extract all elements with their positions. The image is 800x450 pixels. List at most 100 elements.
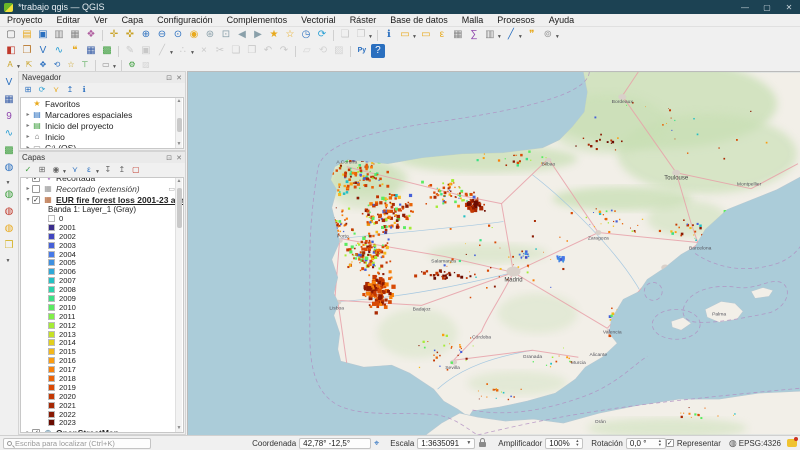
collapse-all-icon[interactable]: ↥ — [116, 164, 128, 175]
legend-entry-2015[interactable]: 2015 — [21, 347, 183, 356]
map-tips-toggle-icon[interactable]: ▭ — [100, 60, 112, 71]
layer-labeling-options-icon[interactable]: A — [4, 60, 16, 71]
legend-entry-2001[interactable]: 2001 — [21, 223, 183, 232]
locator-search-input[interactable]: Escriba para localizar (Ctrl+K) — [3, 438, 151, 449]
layer-visibility-checkbox[interactable] — [32, 185, 40, 193]
new-mesh-layer-icon[interactable]: ▩ — [100, 44, 114, 58]
messages-icon[interactable] — [787, 439, 797, 447]
legend-entry-2005[interactable]: 2005 — [21, 258, 183, 267]
render-checkbox[interactable]: ✓ — [666, 439, 674, 447]
zoom-out-icon[interactable]: ⊖ — [155, 28, 169, 42]
statistics-summary-dropdown-icon[interactable]: ▼ — [497, 34, 502, 40]
processing-toolbox-icon[interactable]: ⚙ — [126, 60, 138, 71]
expand-arrow-icon[interactable]: ▸ — [24, 144, 32, 149]
nav-properties-icon[interactable]: ℹ — [78, 84, 90, 95]
legend-entry-2007[interactable]: 2007 — [21, 276, 183, 285]
pan-map-icon[interactable]: ✛ — [107, 28, 121, 42]
new-bookmark-icon[interactable]: ★ — [267, 28, 281, 42]
browser-close-button[interactable]: ✕ — [176, 74, 182, 82]
zoom-full-icon[interactable]: ◉ — [187, 28, 201, 42]
legend-entry-2022[interactable]: 2022 — [21, 410, 183, 419]
minimize-button[interactable]: — — [734, 3, 756, 12]
manage-map-themes-icon[interactable]: ◉ — [50, 164, 62, 175]
add-mesh-layer-icon[interactable]: ∿ — [2, 127, 16, 141]
legend-entry-2004[interactable]: 2004 — [21, 250, 183, 259]
paste-dropdown-icon[interactable]: ▼ — [368, 34, 373, 40]
new-print-layout-icon[interactable]: ▥ — [52, 28, 66, 42]
scroll-thumb[interactable] — [177, 118, 182, 132]
data-source-manager-icon[interactable]: ◧ — [4, 44, 18, 58]
spin-arrows-icon[interactable]: ▲▼ — [658, 439, 662, 447]
expand-arrow-icon[interactable]: ▸ — [24, 185, 32, 192]
map-canvas[interactable]: MadridLisboaPortoSevillaValenciaZaragoza… — [187, 71, 800, 435]
add-vector-layer-icon[interactable]: V — [2, 76, 16, 90]
crs-status[interactable]: EPSG:4326 — [739, 439, 781, 448]
expand-arrow-icon[interactable]: ▾ — [24, 196, 32, 203]
browser-item-c-os-[interactable]: ▸▭C:\ (OS) — [21, 142, 183, 149]
open-layer-styling-icon[interactable]: ✓ — [22, 164, 34, 175]
nav-filter-icon[interactable]: ⋎ — [50, 84, 62, 95]
nav-add-favorite-icon[interactable]: ⊞ — [22, 84, 34, 95]
zoom-to-selection-icon[interactable]: ⊛ — [203, 28, 217, 42]
menu-configuración[interactable]: Configuración — [150, 15, 220, 25]
add-postgis-layer-icon[interactable]: ◍ — [2, 161, 16, 175]
statistics-summary-icon[interactable]: ▥ — [483, 28, 497, 42]
browser-item-inicio[interactable]: ▸⌂Inicio — [21, 131, 183, 142]
add-wcs-layer-icon[interactable]: ◍ — [2, 205, 16, 219]
refresh-map-icon[interactable]: ⟳ — [315, 28, 329, 42]
legend-entry-2003[interactable]: 2003 — [21, 241, 183, 250]
legend-entry-2023[interactable]: 2023 — [21, 418, 183, 427]
expand-arrow-icon[interactable]: ▸ — [24, 133, 32, 140]
add-raster-layer-icon[interactable]: ▦ — [2, 93, 16, 107]
legend-entry-2017[interactable]: 2017 — [21, 365, 183, 374]
map-tips-icon[interactable]: ❞ — [525, 28, 539, 42]
legend-entry-2014[interactable]: 2014 — [21, 338, 183, 347]
close-button[interactable]: ✕ — [778, 3, 800, 12]
remove-layer-icon[interactable]: ▢ — [130, 164, 142, 175]
rotate-label-icon[interactable]: ⟲ — [51, 60, 63, 71]
nav-refresh-icon[interactable]: ⟳ — [36, 84, 48, 95]
menu-capa[interactable]: Capa — [115, 15, 151, 25]
scroll-down-icon[interactable]: ▼ — [176, 141, 182, 148]
menu-procesos[interactable]: Procesos — [490, 15, 542, 25]
add-delimited-text-layer-icon[interactable]: 9 — [2, 110, 16, 124]
layer-row-eur-fire-forest-loss[interactable]: ▾▦EUR fire forest loss 2001-23 annual — [21, 194, 183, 205]
python-console-icon[interactable]: Py — [355, 44, 369, 58]
temporal-controller-icon[interactable]: ◷ — [299, 28, 313, 42]
layer-row-openstreetmap[interactable]: ▸◍OpenStreetMap — [21, 427, 183, 433]
select-by-expression-icon[interactable]: ε — [435, 28, 449, 42]
zoom-last-icon[interactable]: ◀ — [235, 28, 249, 42]
new-spatialite-layer-icon[interactable]: ∿ — [52, 44, 66, 58]
filter-by-expression-icon[interactable]: ε — [83, 164, 95, 175]
zoom-in-icon[interactable]: ⊕ — [139, 28, 153, 42]
field-calculator-icon[interactable]: ∑ — [467, 28, 481, 42]
legend-entry-2009[interactable]: 2009 — [21, 294, 183, 303]
add-group-icon[interactable]: ⊞ — [36, 164, 48, 175]
open-project-icon[interactable]: ▤ — [20, 28, 34, 42]
vertical-scrollbar[interactable]: ▲▼ — [175, 178, 182, 432]
legend-entry-2011[interactable]: 2011 — [21, 312, 183, 321]
filter-legend-icon[interactable]: ⋎ — [69, 164, 81, 175]
legend-entry-2002[interactable]: 2002 — [21, 232, 183, 241]
scroll-thumb[interactable] — [177, 188, 182, 228]
layer-row-recortado-extension[interactable]: ▸▦Recortado (extensión)▭ — [21, 183, 183, 194]
legend-entry-2012[interactable]: 2012 — [21, 321, 183, 330]
attribute-table-icon[interactable]: ▦ — [451, 28, 465, 42]
new-raster-layer-icon[interactable]: ▦ — [84, 44, 98, 58]
layer-labeling-options-dropdown-icon[interactable]: ▼ — [16, 64, 21, 70]
add-geopackage-layer-icon[interactable]: ❒ — [2, 239, 16, 253]
legend-entry-2016[interactable]: 2016 — [21, 356, 183, 365]
legend-entry-2020[interactable]: 2020 — [21, 392, 183, 401]
deselect-features-icon[interactable]: ▭ — [419, 28, 433, 42]
spin-arrows-icon[interactable]: ▲▼ — [575, 439, 579, 447]
search-radius-icon[interactable]: ⊚ — [541, 28, 555, 42]
browser-item-marcadores-espaciales[interactable]: ▸▤Marcadores espaciales — [21, 109, 183, 120]
legend-entry-2008[interactable]: 2008 — [21, 285, 183, 294]
measure-dropdown-icon[interactable]: ▼ — [518, 34, 523, 40]
layer-diagram-options-icon[interactable]: ⇱ — [23, 60, 35, 71]
highlight-pinned-labels-icon[interactable]: ⊤ — [79, 60, 91, 71]
layer-visibility-checkbox[interactable] — [32, 429, 40, 433]
legend-entry-2018[interactable]: 2018 — [21, 374, 183, 383]
browser-undock-button[interactable]: ⊡ — [166, 74, 172, 82]
lock-scale-icon[interactable] — [479, 442, 486, 447]
